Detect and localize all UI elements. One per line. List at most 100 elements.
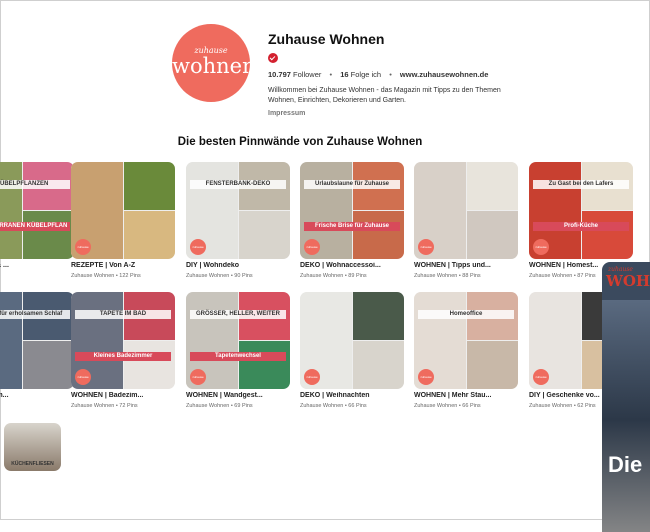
board-pin-count: Zuhause Wohnen • 66 Pins <box>300 403 367 409</box>
board-title[interactable]: DEKO | Wohnaccessoi... <box>300 262 404 269</box>
board-overlay-text: Tipps für erholsamen Schlaf <box>0 310 70 319</box>
board-cover: FENSTERBANK-DEKO zuhause wohnen <box>186 162 290 259</box>
board-cover: Tipps für erholsamen Schlafzuhause wohne… <box>0 292 74 389</box>
board-title[interactable]: WOHNEN | Badezim... <box>71 392 175 399</box>
board-overlay-text: Frische Brise für Zuhause <box>304 222 400 231</box>
board-card[interactable]: KÜBELPFLANZENMEDITERRANEN KÜBELPFLANzuha… <box>0 162 74 282</box>
board-cover-image <box>467 211 518 259</box>
board-cover: TAPETE IM BAD Kleines Badezimmer zuhause w… <box>71 292 175 389</box>
board-cover-image <box>239 211 290 259</box>
profile-name: Zuhause Wohnen <box>268 31 385 47</box>
followers-label[interactable]: Follower <box>293 70 321 79</box>
board-title[interactable]: REZEPTE | Von A-Z <box>71 262 175 269</box>
board-cover: Homeoffice zuhause wohnen <box>414 292 518 389</box>
board-overlay-text: Zu Gast bei den Lafers <box>533 180 629 189</box>
board-title[interactable]: WOHNEN | Wandgest... <box>186 392 290 399</box>
board-cover-image <box>124 341 175 389</box>
board-cover-image <box>467 341 518 389</box>
board-cover-image <box>353 292 404 340</box>
board-card[interactable]: zuhause wohnen WOHNEN | Tipps und... Zuhau… <box>414 162 518 282</box>
board-card[interactable]: GRÖSSER, HELLER, WEITER Tapetenwechsel zuh… <box>186 292 290 412</box>
board-card[interactable]: Tipps für erholsamen Schlafzuhause wohne… <box>0 292 74 412</box>
pin-logo: zuhause wohnen <box>190 239 206 255</box>
website-link[interactable]: www.zuhausewohnen.de <box>400 70 488 79</box>
pin-logo: zuhause wohnen <box>75 369 91 385</box>
board-cover-image <box>124 211 175 259</box>
avatar-logo-big: wohnen <box>172 54 256 78</box>
board-card[interactable]: Homeoffice zuhause wohnen WOHNEN | Mehr St… <box>414 292 518 412</box>
board-cover: Zu Gast bei den Lafers Profi-Küche zuhause… <box>529 162 633 259</box>
board-cover-image <box>239 341 290 389</box>
section-title: Die besten Pinnwände von Zuhause Wohnen <box>177 136 423 148</box>
board-overlay-text: Profi-Küche <box>533 222 629 231</box>
board-overlay-text: KÜBELPFLANZEN <box>0 180 70 189</box>
following-label[interactable]: Folge ich <box>351 70 381 79</box>
board-card[interactable]: zuhause wohnen REZEPTE | Von A-Z Zuhause W… <box>71 162 175 282</box>
board-cover-image <box>353 341 404 389</box>
pin-logo: zuhause wohnen <box>418 369 434 385</box>
pin-logo: zuhause wohnen <box>190 369 206 385</box>
board-overlay-text: TAPETE IM BAD <box>75 310 171 319</box>
board-cover-image <box>23 341 74 389</box>
popup-text: Die <box>608 452 643 477</box>
board-overlay-text: GRÖSSER, HELLER, WEITER <box>190 310 286 319</box>
board-pin-count: Zuhause Wohnen • 66 Pins <box>414 403 481 409</box>
board-pin-count: Zuhause Wohnen • 69 Pins <box>186 403 253 409</box>
board-cover: zuhause wohnen <box>71 162 175 259</box>
board-cover: GRÖSSER, HELLER, WEITER Tapetenwechsel zuh… <box>186 292 290 389</box>
board-cover: KÜBELPFLANZENMEDITERRANEN KÜBELPFLANzuha… <box>0 162 74 259</box>
board-cover-image <box>353 211 404 259</box>
board-title[interactable]: DIY | Wohndeko <box>186 262 290 269</box>
board-cover: KÜCHENFLIESEN <box>4 423 61 471</box>
board-overlay-text: Urlaubslaune für Zuhause <box>304 180 400 189</box>
board-title[interactable]: WOHNEN | Mehr Stau... <box>414 392 518 399</box>
popup-logo: WOHN <box>606 272 650 290</box>
board-card-small[interactable]: KÜCHENFLIESEN <box>4 423 61 473</box>
board-title[interactable]: Schlafzim... <box>0 392 74 399</box>
side-popup[interactable]: zuhause WOHN Die <box>602 262 650 532</box>
board-pin-count: • 79 Pins <box>0 403 74 409</box>
pin-logo: zuhause wohnen <box>75 239 91 255</box>
pin-logo: zuhause wohnen <box>533 239 549 255</box>
board-card[interactable]: zuhause wohnen DEKO | Weihnachten Zuhause … <box>300 292 404 412</box>
pin-logo: zuhause wohnen <box>304 239 320 255</box>
profile-avatar[interactable]: zuhause wohnen <box>172 24 256 102</box>
board-cover-image <box>467 162 518 210</box>
board-pin-count: Zuhause Wohnen • 122 Pins <box>71 273 141 279</box>
board-overlay-text: Homeoffice <box>418 310 514 319</box>
board-card[interactable]: FENSTERBANK-DEKO zuhause wohnen DIY | Wohn… <box>186 162 290 282</box>
board-overlay-text: KÜCHENFLIESEN <box>11 461 54 467</box>
board-card[interactable]: TAPETE IM BAD Kleines Badezimmer zuhause w… <box>71 292 175 412</box>
profile-description: Willkommen bei Zuhause Wohnen - das Maga… <box>268 87 501 104</box>
board-cover: zuhause wohnen <box>300 292 404 389</box>
board-title[interactable]: DEKO | Weihnachten <box>300 392 404 399</box>
board-pin-count: Zuhause Wohnen • 90 Pins <box>186 273 253 279</box>
board-title[interactable]: flanzen & ... <box>0 262 74 269</box>
board-cover: Urlaubslaune für Zuhause Frische Brise fü… <box>300 162 404 259</box>
board-cover-image <box>0 292 22 389</box>
pin-logo: zuhause wohnen <box>418 239 434 255</box>
profile-stats: 10.797 Follower • 16 Folge ich • www.zuh… <box>268 70 628 79</box>
board-cover-image <box>582 211 633 259</box>
pin-logo: zuhause wohnen <box>304 369 320 385</box>
impressum-link[interactable]: Impressum <box>268 110 628 117</box>
popup-image <box>602 300 650 532</box>
pin-logo: zuhause wohnen <box>533 369 549 385</box>
profile-info: Zuhause Wohnen 10.797 Follower • 16 Folg… <box>268 30 628 117</box>
board-cover-image <box>124 162 175 210</box>
followers-count[interactable]: 10.797 <box>268 70 291 79</box>
board-cover-image <box>23 211 74 259</box>
board-cover: zuhause wohnen <box>414 162 518 259</box>
following-count[interactable]: 16 <box>340 70 348 79</box>
board-title[interactable]: WOHNEN | Tipps und... <box>414 262 518 269</box>
board-pin-count: Zuhause Wohnen • 72 Pins <box>71 403 138 409</box>
separator-dot: • <box>389 70 392 79</box>
board-overlay-text: Kleines Badezimmer <box>75 352 171 361</box>
board-card[interactable]: Urlaubslaune für Zuhause Frische Brise fü… <box>300 162 404 282</box>
board-overlay-text: MEDITERRANEN KÜBELPFLAN <box>0 222 70 231</box>
verified-icon <box>268 53 278 63</box>
board-overlay-text: FENSTERBANK-DEKO <box>190 180 286 189</box>
board-overlay-text: Tapetenwechsel <box>190 352 286 361</box>
board-pin-count: Zuhause Wohnen • 88 Pins <box>414 273 481 279</box>
board-pin-count: Zuhause Wohnen • 89 Pins <box>300 273 367 279</box>
